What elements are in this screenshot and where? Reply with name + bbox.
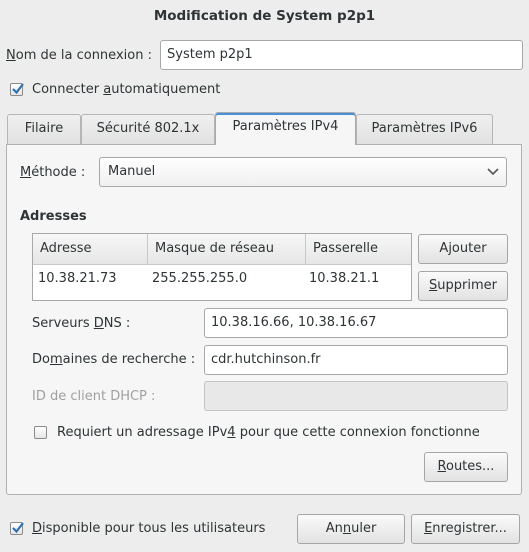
table-row[interactable]: 10.38.21.73 255.255.255.0 10.38.21.1 [33,265,411,293]
dialog-title: Modification de System p2p1 [153,8,376,24]
require-ipv4-label[interactable]: Requiert un adressage IPv4 pour que cett… [57,425,480,440]
all-users-checkbox[interactable] [10,522,24,535]
dns-servers-input[interactable]: 10.38.16.66, 10.38.16.67 [204,308,508,338]
connection-name-label: Nom de la connexion : [6,48,152,63]
method-value: Manuel [108,164,156,179]
add-address-button[interactable]: Ajouter [418,234,508,264]
column-header-address[interactable]: Adresse [33,234,148,265]
cell-netmask[interactable]: 255.255.255.0 [147,266,247,292]
delete-address-button[interactable]: Supprimer [418,271,508,301]
tab-ipv6-settings[interactable]: Paramètres IPv6 [356,114,493,144]
column-header-gateway[interactable]: Passerelle [306,234,411,265]
search-domains-input[interactable]: cdr.hutchinson.fr [204,345,508,375]
chevron-down-icon [487,168,499,176]
method-label: Méthode : [20,165,86,180]
search-domains-label: Domaines de recherche : [32,352,196,367]
auto-connect-checkbox[interactable] [10,83,24,96]
cell-gateway[interactable]: 10.38.21.1 [304,266,379,292]
checkmark-icon [12,522,24,534]
method-select[interactable]: Manuel [99,157,507,187]
dns-servers-label: Serveurs DNS : [32,316,131,331]
tab-wired[interactable]: Filaire [7,114,81,144]
addresses-section-title: Adresses [20,209,87,224]
all-users-label[interactable]: Disponible pour tous les utilisateurs [32,521,265,536]
cell-address[interactable]: 10.38.21.73 [33,266,117,292]
cancel-button[interactable]: Annuler [297,514,405,544]
dhcp-client-id-input [204,381,508,411]
dhcp-client-id-label: ID de client DHCP : [32,389,156,404]
column-header-netmask[interactable]: Masque de réseau [148,234,306,265]
tab-8021x-security[interactable]: Sécurité 802.1x [81,114,215,144]
routes-button[interactable]: Routes... [424,452,508,482]
addresses-table[interactable]: Adresse Masque de réseau Passerelle 10.3… [32,233,412,301]
auto-connect-label[interactable]: Connecter automatiquement [32,82,220,97]
tab-ipv4-settings[interactable]: Paramètres IPv4 [215,112,356,145]
checkmark-icon [12,83,24,95]
save-button[interactable]: Enregistrer... [411,514,520,544]
require-ipv4-checkbox[interactable] [34,426,47,439]
connection-name-input[interactable]: System p2p1 [160,40,523,70]
